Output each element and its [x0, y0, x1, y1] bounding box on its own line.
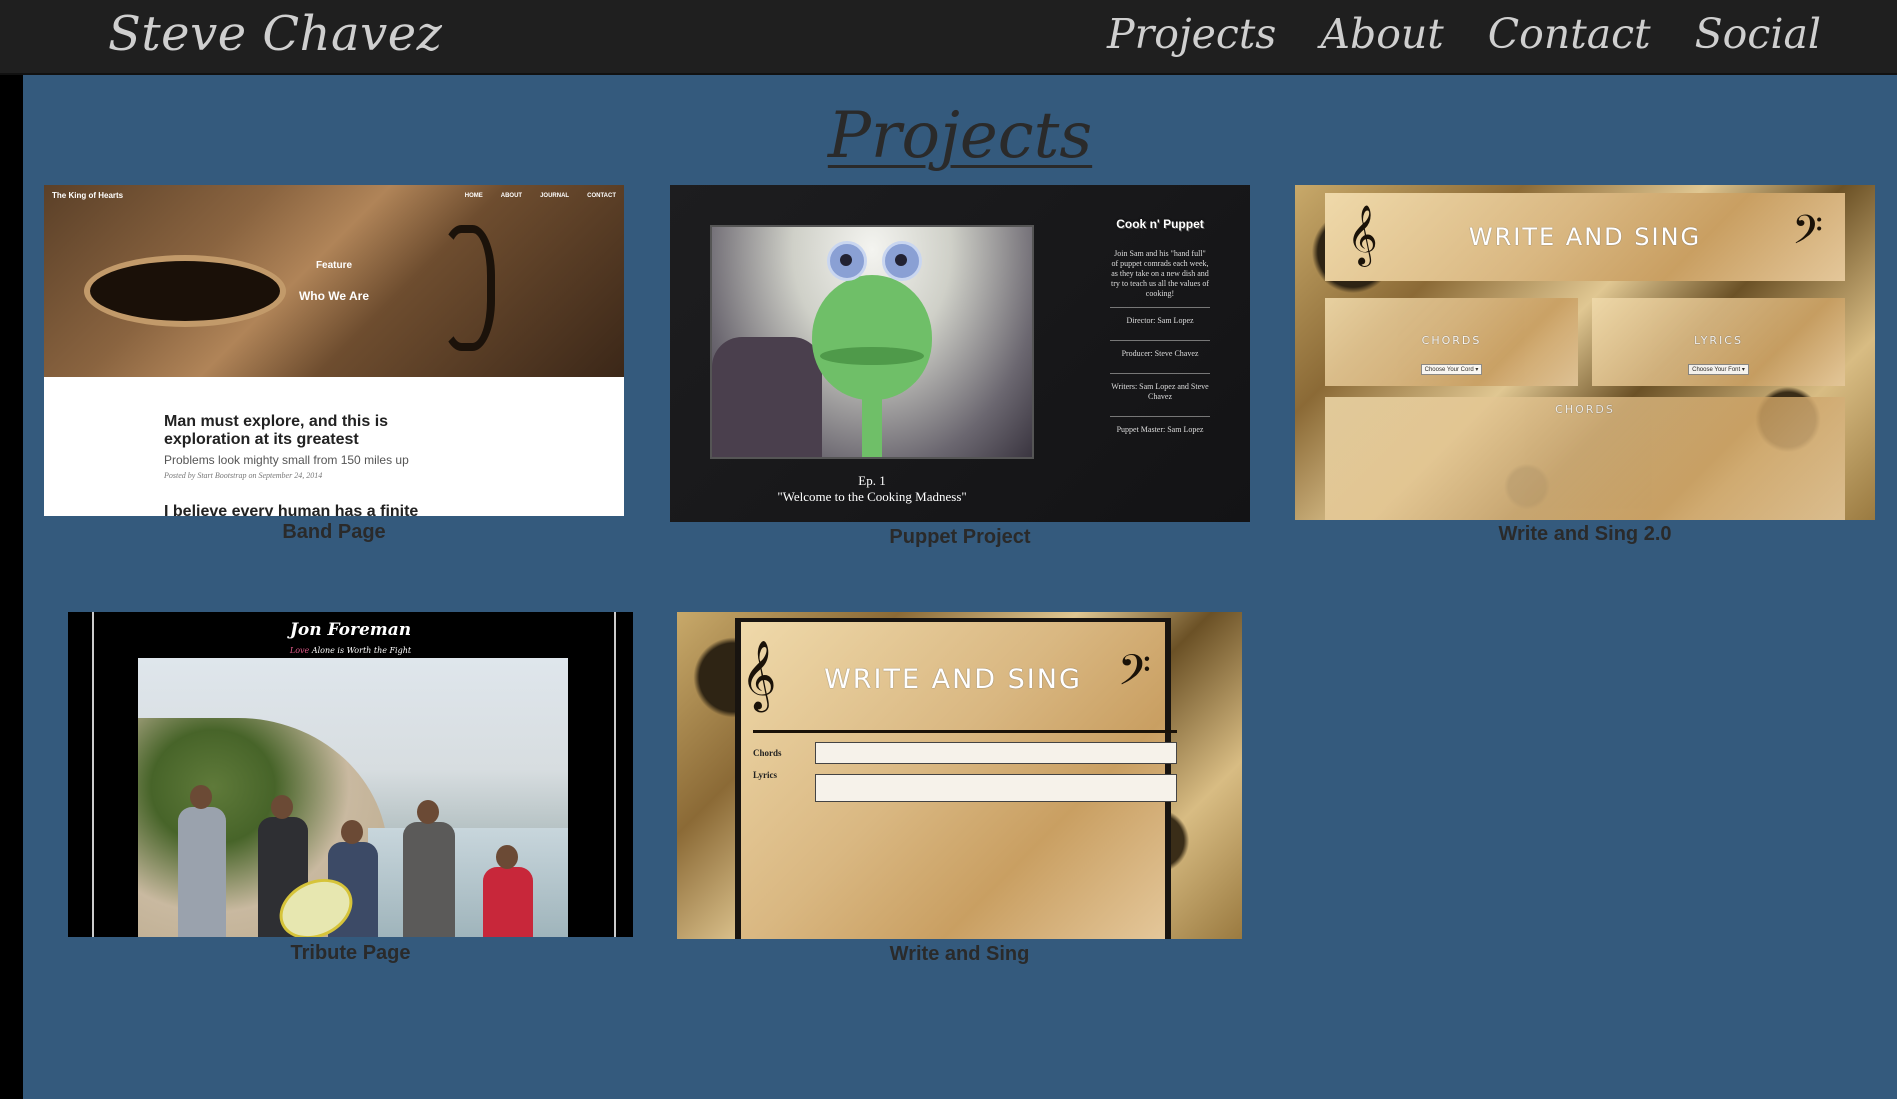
ws2-lyrics-panel: LYRICS Choose Your Font ▾ [1592, 298, 1845, 386]
ws2-header-panel: 𝄞 WRITE AND SING 𝄢 [1325, 193, 1845, 281]
nav-about[interactable]: About [1320, 10, 1443, 58]
ws2-bottom-label: CHORDS [1555, 403, 1615, 416]
project-card-puppet-project: Cook n' Puppet Join Sam and his "hand fu… [670, 185, 1250, 565]
puppet-mouth [820, 347, 924, 365]
ws2-bottom-panel: CHORDS [1325, 397, 1845, 520]
nav-contact[interactable]: Contact [1488, 10, 1651, 58]
puppet-sidebar: Cook n' Puppet Join Sam and his "hand fu… [1110, 217, 1210, 435]
person-1-head [190, 785, 212, 809]
write-and-sing-2-thumbnail[interactable]: 𝄞 WRITE AND SING 𝄢 CHORDS Choose Your Co… [1295, 185, 1875, 520]
project-card-write-and-sing: 𝄞 WRITE AND SING 𝄢 Chords Lyrics Write a… [677, 612, 1242, 992]
tribute-page-caption[interactable]: Tribute Page [68, 942, 633, 965]
nav-social[interactable]: Social [1695, 10, 1821, 58]
tribute-tagline: Love Alone is Worth the Fight [68, 646, 633, 655]
page-title: Projects [827, 99, 1093, 173]
brand-logo[interactable]: Steve Chavez [108, 6, 442, 62]
ws-chords-input[interactable] [815, 742, 1177, 764]
ws2-chords-select-wrap: Choose Your Cord ▾ [1325, 356, 1578, 375]
band-site-title: The King of Hearts [52, 191, 124, 200]
person-3-head [341, 820, 363, 844]
frog-puppet [812, 275, 932, 400]
band-photo [138, 658, 568, 937]
puppet-credit-director: Director: Sam Lopez [1126, 316, 1194, 325]
write-and-sing-caption[interactable]: Write and Sing [677, 943, 1242, 966]
band-page-caption[interactable]: Band Page [44, 521, 624, 544]
ws2-lyrics-label: LYRICS [1694, 334, 1743, 347]
puppet-blurb: Join Sam and his "hand full" of puppet c… [1111, 249, 1209, 298]
left-edge [0, 75, 23, 1099]
puppet-logo: Cook n' Puppet [1116, 217, 1204, 231]
band-nav-journal: JOURNAL [540, 193, 570, 199]
person-4-head [417, 800, 439, 824]
bass-clef-icon: 𝄢 [1792, 207, 1823, 263]
ws2-lyrics-select[interactable]: Choose Your Font ▾ [1688, 364, 1749, 375]
write-and-sing-2-caption[interactable]: Write and Sing 2.0 [1295, 523, 1875, 546]
tribute-left-rule [92, 612, 94, 937]
band-nav-home: HOME [464, 193, 483, 199]
guitar-hero-image: The King of Hearts HOME ABOUT JOURNAL CO… [44, 185, 624, 377]
ws-main-panel: 𝄞 WRITE AND SING 𝄢 Chords Lyrics [741, 622, 1177, 939]
main-nav: Projects About Contact Social [1107, 10, 1821, 58]
person-5 [483, 867, 533, 937]
bass-clef-icon: 𝄢 [1117, 646, 1151, 706]
ws-lyrics-label: Lyrics [753, 770, 777, 780]
ws-chords-label: Chords [753, 748, 782, 758]
project-card-tribute-page: Jon Foreman Love Alone is Worth the Figh… [68, 612, 633, 992]
band-post-meta: Posted by Start Bootstrap on September 2… [164, 471, 323, 480]
puppet-credit-writers: Writers: Sam Lopez and Steve Chavez [1111, 382, 1209, 401]
puppet-credit-master: Puppet Master: Sam Lopez [1116, 425, 1204, 434]
project-card-band-page: The King of Hearts HOME ABOUT JOURNAL CO… [44, 185, 624, 555]
band-hero-large: Who We Are [298, 289, 369, 303]
violin-f-hole [439, 225, 495, 351]
ws2-lyrics-select-wrap: Choose Your Font ▾ [1592, 356, 1845, 375]
projects-section: Projects The King of Hearts HOME ABOUT J… [23, 75, 1897, 1099]
project-card-write-and-sing-2: 𝄞 WRITE AND SING 𝄢 CHORDS Choose Your Co… [1295, 185, 1875, 565]
tribute-tagline-love: Love [289, 646, 310, 655]
band-nav-contact: CONTACT [587, 193, 616, 199]
person-1 [178, 807, 226, 937]
band-hero-small: Feature [315, 260, 353, 271]
nav-projects[interactable]: Projects [1107, 10, 1276, 58]
puppet-eye-left [827, 241, 867, 281]
band-post-subline: Problems look mighty small from 150 mile… [164, 453, 409, 467]
band-post-area: Man must explore, and this is exploratio… [44, 377, 624, 516]
ws2-chords-label: CHORDS [1421, 334, 1482, 347]
puppet-episode-number: Ep. 1 [858, 473, 886, 488]
ws2-chords-select[interactable]: Choose Your Cord ▾ [1420, 364, 1483, 375]
top-navbar: Steve Chavez Projects About Contact Soci… [0, 0, 1897, 75]
tribute-page-thumbnail[interactable]: Jon Foreman Love Alone is Worth the Figh… [68, 612, 633, 937]
armchair [712, 337, 822, 457]
puppet-eye-right [882, 241, 922, 281]
puppet-project-caption[interactable]: Puppet Project [670, 526, 1250, 549]
person-5-head [496, 845, 518, 869]
ws-lyrics-input[interactable] [815, 774, 1177, 802]
write-and-sing-thumbnail[interactable]: 𝄞 WRITE AND SING 𝄢 Chords Lyrics [677, 612, 1242, 939]
puppet-project-thumbnail[interactable]: Cook n' Puppet Join Sam and his "hand fu… [670, 185, 1250, 522]
puppet-episode: Ep. 1 "Welcome to the Cooking Madness" [710, 473, 1034, 505]
puppet-credit-producer: Producer: Steve Chavez [1121, 349, 1199, 358]
band-nav-about: ABOUT [500, 193, 523, 199]
ws-divider [753, 730, 1177, 733]
puppet-stick [862, 399, 882, 457]
band-post-headline: Man must explore, and this is exploratio… [164, 413, 389, 448]
tribute-right-rule [614, 612, 616, 937]
person-4 [403, 822, 455, 937]
band-page-thumbnail[interactable]: The King of Hearts HOME ABOUT JOURNAL CO… [44, 185, 624, 516]
person-2-head [271, 795, 293, 819]
puppet-video-frame [710, 225, 1034, 459]
ws2-chords-panel: CHORDS Choose Your Cord ▾ [1325, 298, 1578, 386]
band-site-nav: HOME ABOUT JOURNAL CONTACT [465, 193, 616, 199]
puppet-episode-title: "Welcome to the Cooking Madness" [777, 489, 967, 504]
sea-scenery [368, 828, 568, 937]
tribute-tagline-rest: Alone is Worth the Fight [311, 646, 412, 655]
ws2-title: WRITE AND SING [1468, 223, 1702, 251]
ws-title: WRITE AND SING [824, 664, 1082, 695]
tribute-name: Jon Foreman [289, 620, 412, 640]
band-post-next: I believe every human has a finite [164, 503, 419, 516]
